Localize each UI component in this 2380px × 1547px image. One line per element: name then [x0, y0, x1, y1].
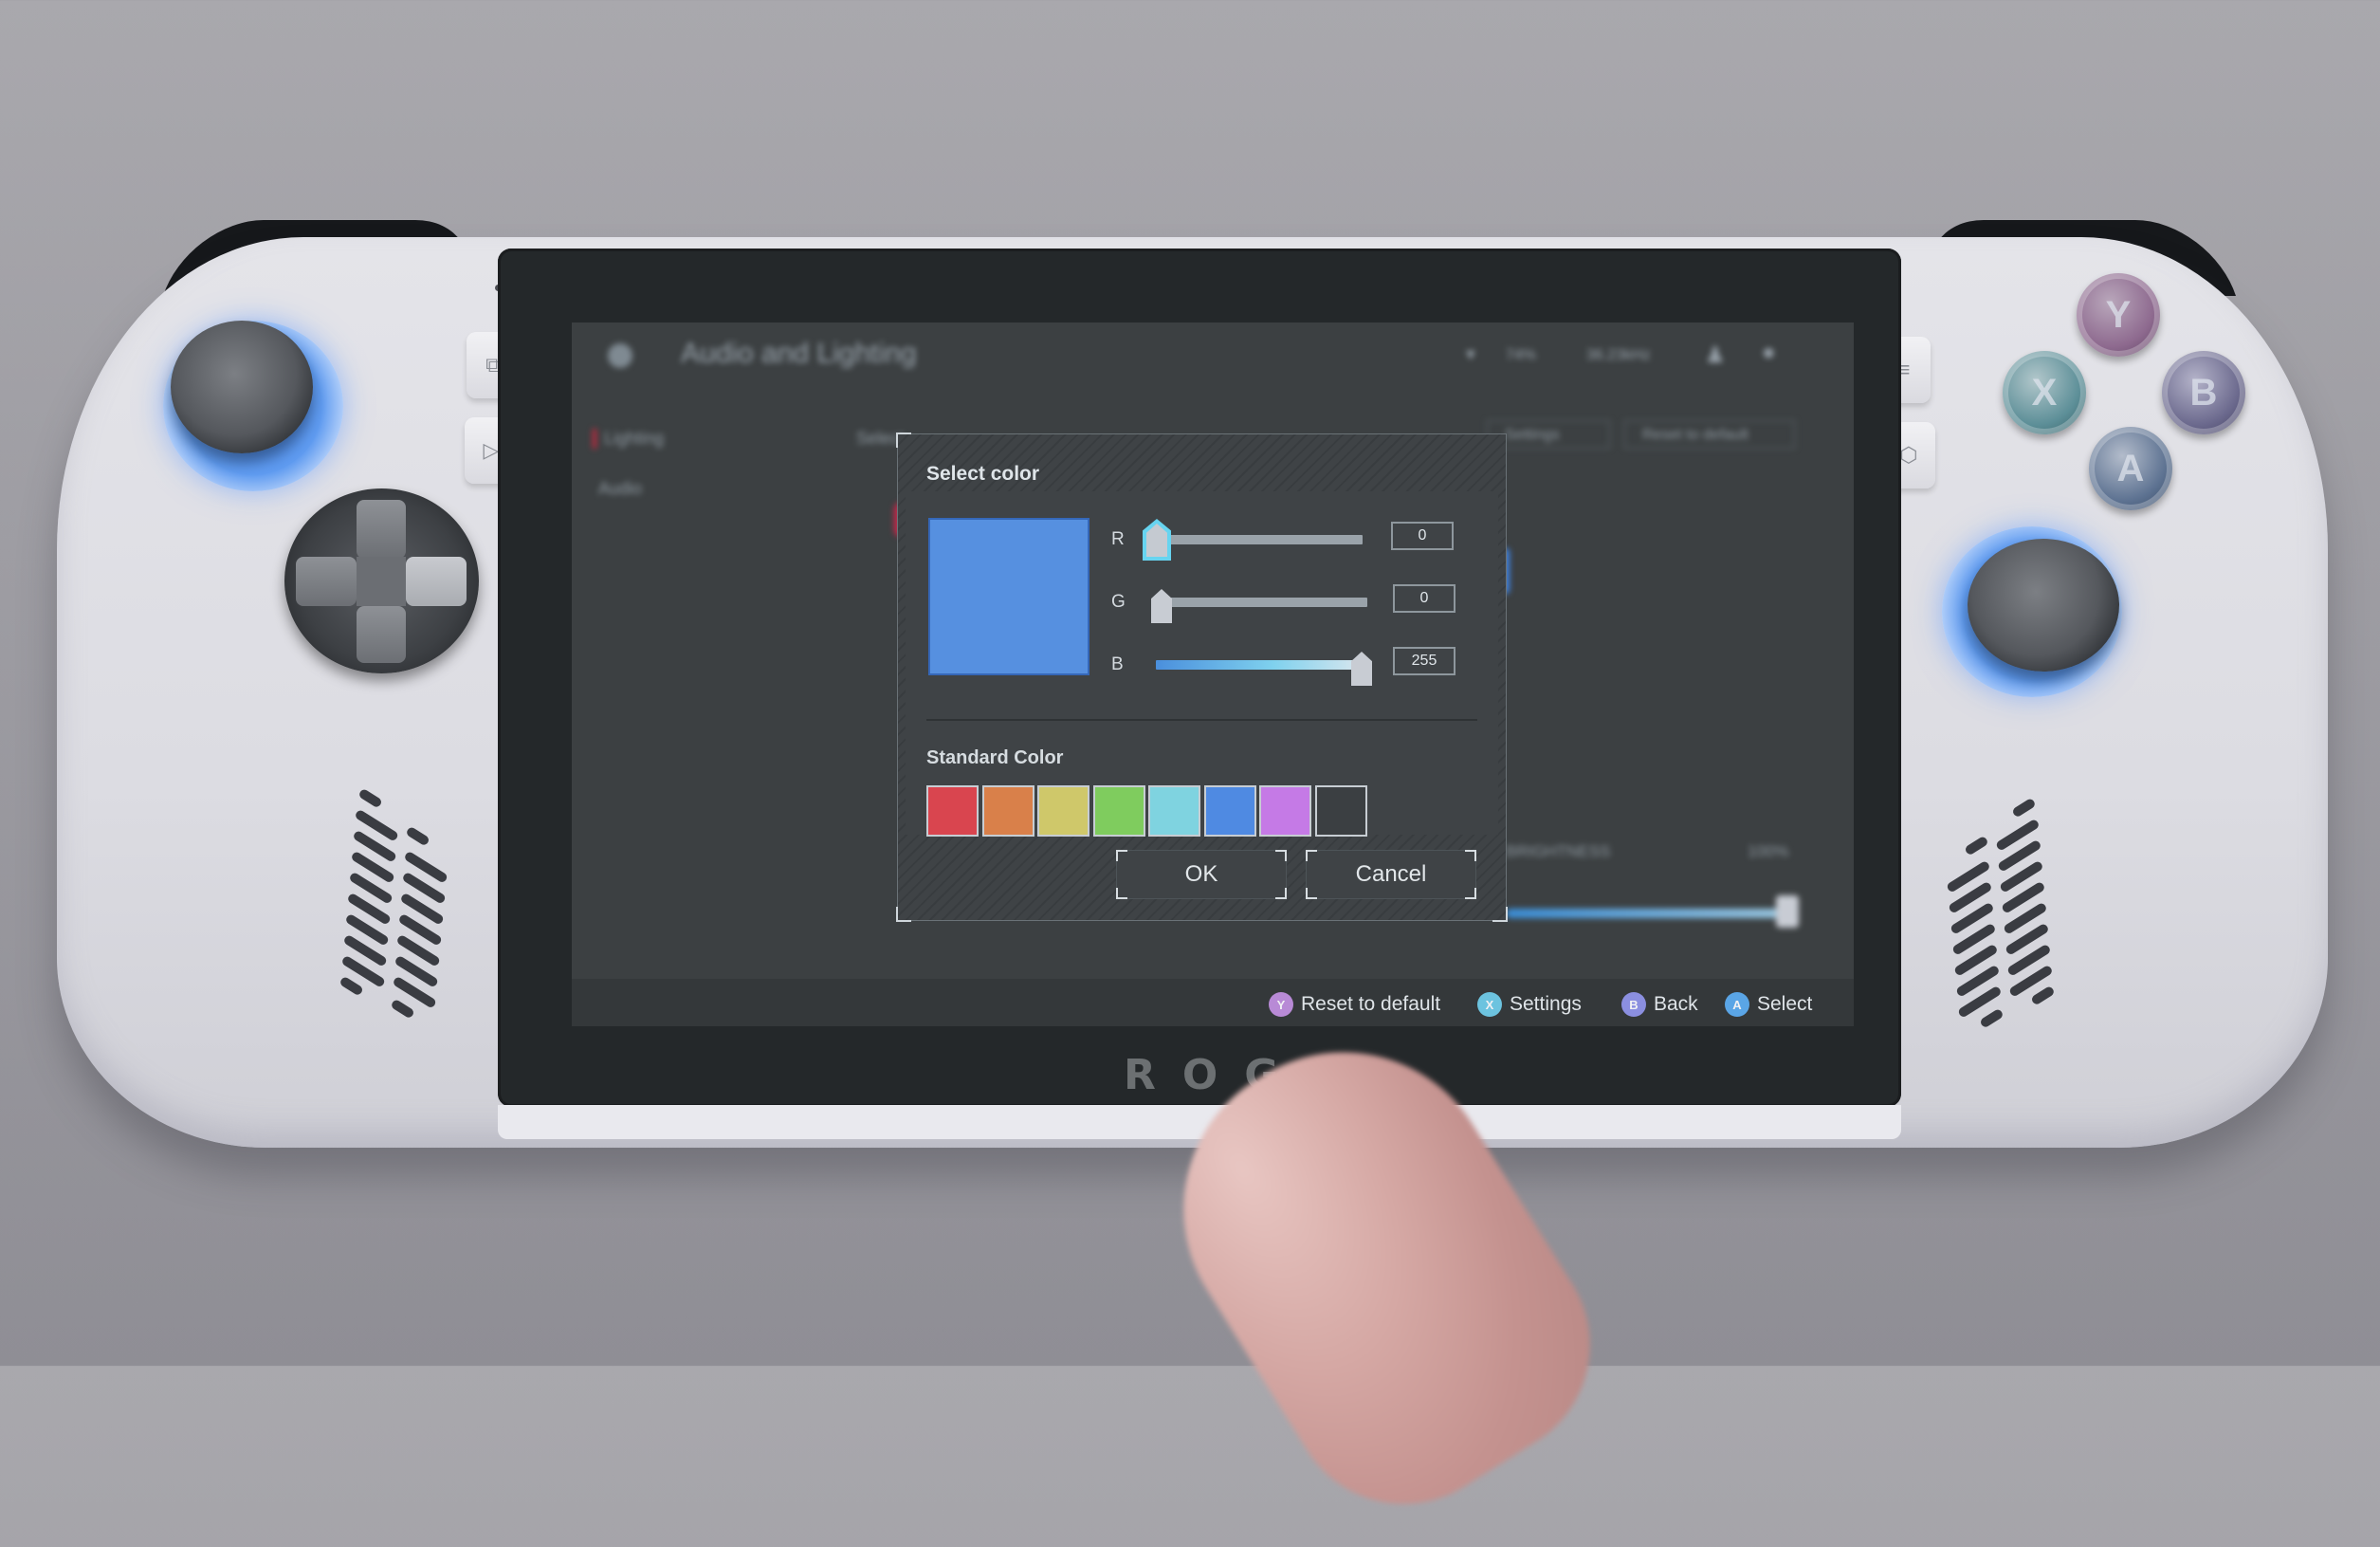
right-speaker-grille — [1939, 797, 2056, 1062]
brightness-label: BRIGHTNESS — [1506, 842, 1611, 860]
x-button[interactable]: X — [2003, 351, 2086, 434]
y-button-label: Y — [2105, 293, 2132, 336]
standard-color-swatch[interactable] — [1148, 785, 1200, 837]
hint-label: Back — [1654, 993, 1698, 1015]
hint-back[interactable]: B Back — [1621, 992, 1698, 1017]
cancel-label: Cancel — [1355, 861, 1427, 887]
wifi-icon: ▼ — [1463, 347, 1478, 363]
brightness-value: 100% — [1748, 842, 1789, 860]
user-icon[interactable]: ♟ — [1705, 341, 1726, 369]
red-slider-track[interactable] — [1149, 535, 1363, 544]
green-slider-track[interactable] — [1154, 598, 1367, 607]
screen: Audio and Lighting ▼ 74% 36.23kHz ♟ ● Li… — [572, 322, 1854, 1026]
dpad-center — [357, 557, 406, 606]
brightness-slider[interactable] — [1506, 909, 1790, 918]
hint-reset-to-default[interactable]: Y Reset to default — [1269, 992, 1440, 1017]
reset-to-default-button[interactable]: Reset to default — [1624, 420, 1795, 449]
a-button-glyph-icon: A — [1725, 992, 1749, 1017]
footer-hint-bar: Y Reset to default X Settings B Back A S… — [572, 979, 1854, 1026]
b-button-label: B — [2189, 371, 2218, 414]
y-button[interactable]: Y — [2077, 273, 2160, 357]
y-button-glyph-icon: Y — [1269, 992, 1293, 1017]
dpad-down[interactable] — [357, 606, 406, 663]
b-button-glyph-icon: B — [1621, 992, 1646, 1017]
hint-label: Reset to default — [1301, 993, 1441, 1015]
bezel-bottom-edge — [498, 1105, 1901, 1139]
standard-color-swatch[interactable] — [1314, 785, 1367, 837]
power-icon[interactable]: ● — [1762, 340, 1776, 366]
standard-color-swatch[interactable] — [981, 785, 1034, 837]
hint-label: Select — [1757, 993, 1813, 1015]
hint-label: Settings — [1510, 993, 1582, 1015]
b-button[interactable]: B — [2162, 351, 2245, 434]
a-button-label: A — [2116, 447, 2145, 489]
standard-color-title: Standard Color — [926, 747, 1064, 768]
dpad-right[interactable] — [406, 557, 467, 606]
hint-select[interactable]: A Select — [1725, 992, 1812, 1017]
blue-label: B — [1111, 654, 1124, 674]
sidebar-item-lighting[interactable]: Lighting — [593, 429, 664, 449]
dpad-left[interactable] — [296, 557, 357, 606]
x-button-label: X — [2031, 371, 2058, 414]
ok-label: OK — [1184, 861, 1218, 887]
dpad[interactable] — [284, 488, 479, 673]
dialog-divider — [926, 719, 1477, 721]
left-speaker-grille — [339, 787, 455, 1053]
dialog-title: Select color — [926, 463, 1040, 485]
page-title: Audio and Lighting — [681, 338, 917, 369]
x-button-glyph-icon: X — [1477, 992, 1502, 1017]
sidebar-item-audio[interactable]: Audio — [598, 479, 642, 499]
standard-color-swatch[interactable] — [926, 785, 979, 837]
back-icon[interactable] — [608, 343, 632, 368]
right-thumbstick[interactable] — [1968, 539, 2119, 672]
select-color-dialog: Select color R G B Standard Color OK — [896, 433, 1508, 922]
blue-value-input[interactable] — [1393, 647, 1455, 675]
ok-button[interactable]: OK — [1116, 850, 1287, 899]
blue-slider-track[interactable] — [1156, 660, 1369, 670]
battery-status: 74% — [1506, 347, 1537, 363]
red-value-input[interactable] — [1391, 522, 1454, 550]
left-thumbstick[interactable] — [171, 321, 313, 453]
cancel-button[interactable]: Cancel — [1306, 850, 1476, 899]
hint-settings[interactable]: X Settings — [1477, 992, 1582, 1017]
standard-color-swatch[interactable] — [1259, 785, 1311, 837]
armoury-play-icon: ▷ — [483, 438, 500, 462]
red-label: R — [1111, 529, 1125, 549]
standard-color-swatch[interactable] — [1092, 785, 1145, 837]
dpad-up[interactable] — [357, 500, 406, 559]
standard-color-swatch[interactable] — [1037, 785, 1089, 837]
command-center-icon: ⬡ — [1899, 443, 1918, 467]
network-status: 36.23kHz — [1586, 347, 1651, 363]
color-preview — [928, 518, 1089, 675]
green-value-input[interactable] — [1393, 584, 1455, 613]
brightness-slider-thumb[interactable] — [1776, 895, 1799, 928]
standard-color-swatch[interactable] — [1203, 785, 1256, 837]
a-button[interactable]: A — [2089, 427, 2172, 510]
green-label: G — [1111, 592, 1126, 612]
